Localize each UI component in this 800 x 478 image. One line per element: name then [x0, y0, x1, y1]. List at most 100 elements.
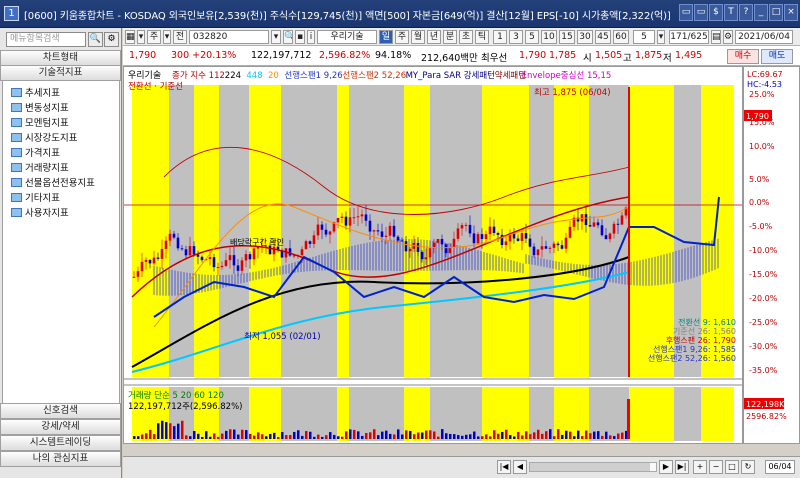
stock-mode-button[interactable]: 주	[147, 30, 161, 44]
candle-body	[232, 255, 236, 266]
buy-button[interactable]: 매수	[727, 49, 759, 64]
volume-bar	[165, 422, 168, 439]
bar-count-input[interactable]: 171/625	[669, 30, 709, 44]
volume-bar	[301, 435, 304, 439]
gear-icon[interactable]: ⚙	[723, 30, 733, 44]
settings-icon[interactable]: ⚙	[104, 32, 119, 47]
trade-amount: 212,640백만	[421, 53, 478, 64]
volume-bar	[457, 435, 460, 439]
strength-button[interactable]: 강세/약세	[0, 419, 121, 435]
indicator-category[interactable]: 기타지표	[11, 190, 60, 204]
day-button[interactable]: 일	[379, 30, 393, 44]
menu-search-input[interactable]: 메뉴항목검색	[6, 32, 86, 47]
candle-body	[220, 265, 224, 268]
all-button[interactable]: 전	[173, 30, 187, 44]
window-button-5[interactable]: _	[754, 4, 768, 21]
candle-body	[344, 216, 348, 226]
stock-name-label: 우리기술	[317, 30, 377, 44]
week-button[interactable]: 주	[395, 30, 409, 44]
axis-tick-label: -35.0%	[749, 366, 778, 375]
date-input[interactable]: 2021/06/04	[735, 30, 793, 44]
window-button-1[interactable]: ▭	[694, 4, 708, 21]
indicator-category-label: 추세지표	[25, 88, 60, 99]
folder-icon	[11, 178, 22, 187]
period-15-button[interactable]: 15	[559, 30, 575, 44]
last-icon[interactable]: ▶|	[675, 460, 689, 474]
scroll-track[interactable]	[529, 462, 657, 472]
interval-select[interactable]: 5	[633, 30, 655, 44]
axis-hc-label: HC:-4.53	[747, 80, 782, 89]
scroll-thumb[interactable]	[530, 463, 650, 471]
period-45-button[interactable]: 45	[595, 30, 611, 44]
volume-bar	[413, 434, 416, 439]
volume-bar	[185, 435, 188, 439]
search-icon[interactable]: 🔍	[283, 30, 293, 44]
chevron-down-icon[interactable]: ▾	[271, 30, 281, 44]
window-button-7[interactable]: ×	[784, 4, 798, 21]
period-1-button[interactable]: 1	[493, 30, 507, 44]
volume-bar	[585, 430, 588, 439]
period-5-button[interactable]: 5	[525, 30, 539, 44]
indicator-category[interactable]: 추세지표	[11, 85, 60, 99]
indicator-category[interactable]: 변동성지표	[11, 100, 69, 114]
refresh-icon[interactable]: ↻	[741, 460, 755, 474]
chart-scrollbar[interactable]: |◀ ◀ ▶ ▶| + − □ ↻ 06/04	[123, 456, 800, 478]
indicator-category[interactable]: 가격지표	[11, 145, 60, 159]
candle-body	[420, 251, 424, 260]
period-10-button[interactable]: 10	[541, 30, 557, 44]
window-button-4[interactable]: ?	[739, 4, 753, 21]
candle-body	[492, 226, 496, 233]
next-icon[interactable]: ▶	[659, 460, 673, 474]
window-button-0[interactable]: ▭	[679, 4, 693, 21]
period-band	[404, 85, 430, 377]
zoom-out-icon[interactable]: −	[709, 460, 723, 474]
candle-body	[240, 260, 244, 271]
info-icon[interactable]: i	[307, 30, 315, 44]
tech-indicator-button[interactable]: 기술적지표	[0, 65, 121, 81]
volume-bar	[137, 436, 140, 439]
tick-button[interactable]: 틱	[475, 30, 489, 44]
grid-icon[interactable]: ▦	[125, 30, 135, 44]
price-chart[interactable]: 우리기술 종가 지수 112 224 448 20 선행스팬1 9,26 선행스팬2 52,…	[123, 66, 743, 444]
first-icon[interactable]: |◀	[497, 460, 511, 474]
flag-icon[interactable]: ▪	[295, 30, 305, 44]
candle-body	[252, 248, 256, 260]
minute-button[interactable]: 분	[443, 30, 457, 44]
volume-bar	[461, 435, 464, 439]
second-button[interactable]: 초	[459, 30, 473, 44]
chart-form-button[interactable]: 차트형태	[0, 50, 121, 66]
signal-search-button[interactable]: 신호검색	[0, 403, 121, 419]
period-3-button[interactable]: 3	[509, 30, 523, 44]
volume-bar	[609, 435, 612, 439]
year-button[interactable]: 년	[427, 30, 441, 44]
my-indicators-button[interactable]: 나의 관심지표	[0, 451, 121, 467]
chart-legend-name: 우리기술	[128, 70, 161, 81]
chevron-down-icon[interactable]: ▾	[163, 30, 171, 44]
window-button-6[interactable]: □	[769, 4, 783, 21]
candle-body	[376, 230, 380, 232]
save-icon[interactable]: ▤	[711, 30, 721, 44]
volume-bar	[617, 433, 620, 439]
search-icon[interactable]: 🔍	[88, 32, 103, 47]
system-trading-button[interactable]: 시스템트레이딩	[0, 435, 121, 451]
indicator-category[interactable]: 선물옵션전용지표	[11, 175, 95, 189]
chevron-down-icon[interactable]: ▾	[137, 30, 145, 44]
window-button-3[interactable]: T	[724, 4, 738, 21]
fit-icon[interactable]: □	[725, 460, 739, 474]
month-button[interactable]: 월	[411, 30, 425, 44]
indicator-category[interactable]: 시장강도지표	[11, 130, 77, 144]
indicator-category[interactable]: 사용자지표	[11, 205, 69, 219]
period-30-button[interactable]: 30	[577, 30, 593, 44]
window-button-2[interactable]: $	[709, 4, 723, 21]
zoom-in-icon[interactable]: +	[693, 460, 707, 474]
indicator-category[interactable]: 모멘텀지표	[11, 115, 69, 129]
candle-body	[152, 257, 156, 264]
chart-canvas[interactable]: 우리기술 종가 지수 112 224 448 20 선행스팬1 9,26 선행스팬2 52,…	[124, 67, 742, 443]
sell-button[interactable]: 매도	[761, 49, 793, 64]
stock-code-input[interactable]: 032820	[189, 30, 269, 44]
indicator-category[interactable]: 거래량지표	[11, 160, 69, 174]
chevron-down-icon[interactable]: ▾	[657, 30, 665, 44]
volume-bar	[533, 432, 536, 439]
period-60-button[interactable]: 60	[613, 30, 629, 44]
prev-icon[interactable]: ◀	[513, 460, 527, 474]
